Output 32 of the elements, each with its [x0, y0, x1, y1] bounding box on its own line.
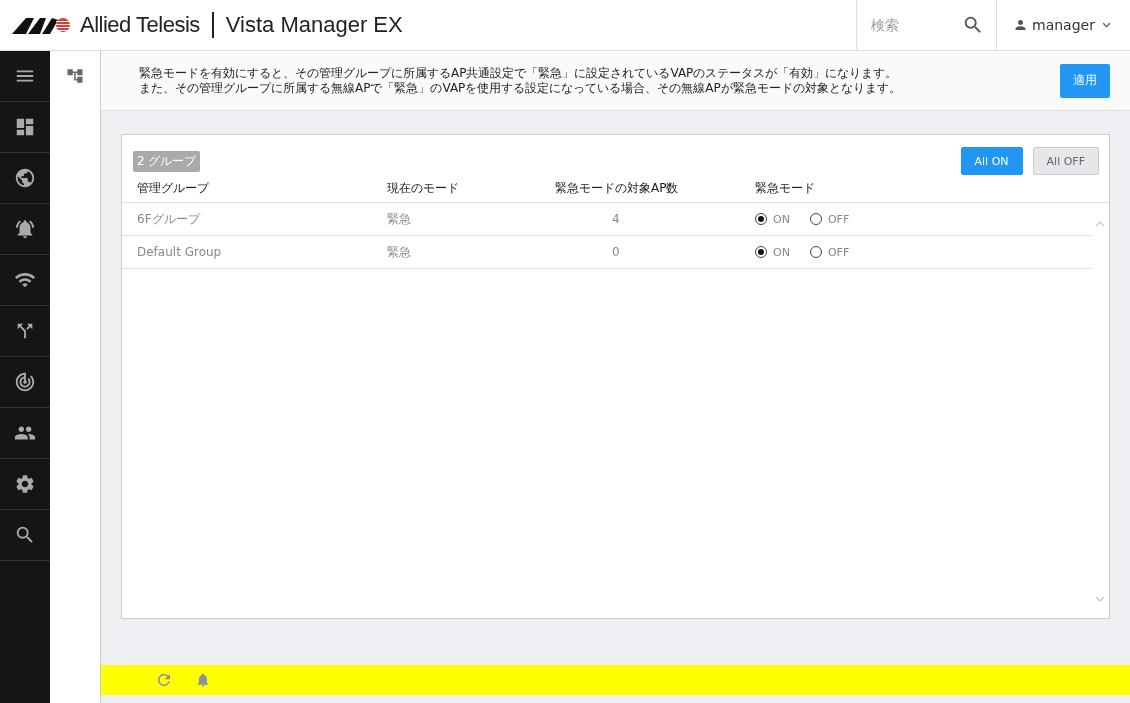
search-field[interactable]: 検索 — [869, 16, 949, 34]
table-cell-text: 緊急 — [387, 243, 412, 261]
refresh-icon[interactable] — [155, 671, 173, 689]
radio-option[interactable]: ON — [755, 212, 790, 226]
radio-option[interactable]: ON — [755, 245, 790, 259]
radio-option[interactable]: OFF — [809, 245, 850, 259]
logo-icon — [12, 16, 72, 34]
notice-text: 緊急モードを有効にすると、その管理グループに所属するAP共通設定で「緊急」に設定されているVAPのステータスが「有効」になります。 また、その管理グループに所属する無線APで「緊急」のVAPを使用する設定になっている場合、その無線APが緊急モードの対象となります。 — [139, 65, 901, 96]
dashboard-icon[interactable] — [14, 116, 36, 138]
apply-button[interactable]: 適用 — [1060, 63, 1110, 98]
column-header: 緊急モード — [755, 180, 816, 197]
radio-option[interactable]: OFF — [809, 212, 850, 226]
table-cell-text: 0 — [611, 245, 620, 259]
table-cell-text: 4 — [611, 212, 620, 226]
search-icon[interactable] — [14, 524, 36, 546]
column-header: 管理グループ — [137, 180, 211, 197]
brand-name: Allied Telesis — [80, 12, 200, 38]
sitemap-icon[interactable] — [66, 67, 84, 85]
bell-icon[interactable] — [14, 218, 36, 240]
globe-icon[interactable] — [14, 167, 36, 189]
column-header: 緊急モードの対象AP数 — [555, 180, 680, 197]
primary-button[interactable]: All ON — [960, 147, 1023, 175]
table-cell-text: 6Fグループ — [137, 210, 202, 228]
product-title: Vista Manager EX — [225, 12, 403, 38]
count-badge: 2 グループ — [133, 150, 201, 172]
table-cell-text: 緊急 — [387, 210, 412, 228]
secondary-button[interactable]: All OFF — [1032, 147, 1099, 175]
search-icon[interactable] — [962, 14, 984, 36]
radar-icon[interactable] — [14, 371, 36, 393]
column-header: 現在のモード — [387, 180, 460, 197]
table-cell-text: Default Group — [137, 245, 223, 259]
settings-icon[interactable] — [14, 473, 36, 495]
